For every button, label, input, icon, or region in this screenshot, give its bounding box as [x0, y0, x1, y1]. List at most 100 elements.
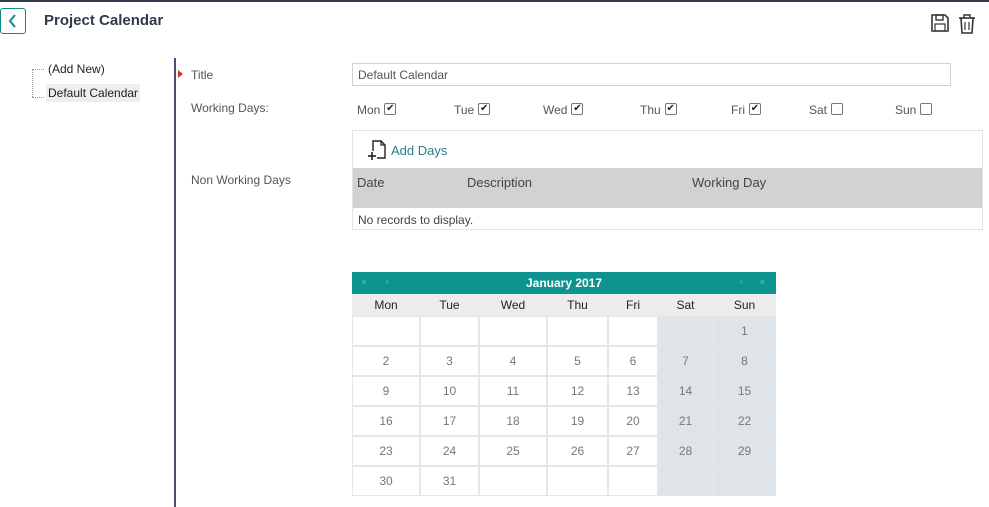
- calendar: « ‹ January 2017 › » Mon Tue Wed Thu Fri Sat S…: [352, 272, 776, 496]
- working-day-mon[interactable]: Mon ✔: [357, 100, 397, 117]
- calendar-day-21[interactable]: 21: [659, 407, 712, 435]
- calendar-empty-cell: [609, 467, 657, 495]
- calendar-day-8[interactable]: 8: [714, 347, 775, 375]
- column-header-working-day[interactable]: Working Day: [692, 175, 766, 190]
- calendar-empty-cell: [714, 467, 775, 495]
- save-button[interactable]: [930, 13, 950, 35]
- calendar-day-31[interactable]: 31: [421, 467, 478, 495]
- day-label: Wed: [543, 103, 568, 117]
- weekday-wed: Wed: [500, 298, 526, 312]
- working-day-sat[interactable]: Sat: [809, 100, 844, 117]
- calendar-day-23[interactable]: 23: [353, 437, 419, 465]
- calendar-day-12[interactable]: 12: [548, 377, 607, 405]
- next-month-button[interactable]: ›: [740, 277, 743, 286]
- page-title: Project Calendar: [44, 12, 164, 29]
- day-label: Thu: [640, 103, 661, 117]
- calendar-day-19[interactable]: 19: [548, 407, 607, 435]
- column-header-date[interactable]: Date: [357, 175, 384, 190]
- required-marker-icon: [178, 70, 183, 78]
- add-days-label: Add Days: [391, 142, 448, 158]
- last-month-button[interactable]: »: [760, 277, 765, 286]
- working-day-sun[interactable]: Sun: [895, 100, 933, 117]
- weekday-mon: Mon: [374, 298, 398, 312]
- tree-connector: [32, 69, 44, 70]
- add-days-button[interactable]: Add Days: [367, 139, 447, 161]
- panel-divider: [174, 58, 176, 507]
- checkbox[interactable]: ✔: [664, 102, 677, 115]
- calendar-day-27[interactable]: 27: [609, 437, 657, 465]
- checkbox[interactable]: ✔: [478, 102, 491, 115]
- non-working-days-grid: Add Days Date Description Working Day No…: [352, 130, 983, 230]
- calendar-day-14[interactable]: 14: [659, 377, 712, 405]
- calendar-day-30[interactable]: 30: [353, 467, 419, 495]
- checkbox[interactable]: [831, 102, 844, 115]
- calendar-empty-cell: [421, 317, 478, 345]
- save-icon: [931, 14, 949, 32]
- calendar-header: « ‹ January 2017 › »: [352, 272, 776, 294]
- calendar-tree: (Add New) Default Calendar: [32, 60, 147, 120]
- weekday-sun: Sun: [733, 298, 756, 312]
- calendar-day-25[interactable]: 25: [480, 437, 546, 465]
- calendar-day-22[interactable]: 22: [714, 407, 775, 435]
- calendar-day-26[interactable]: 26: [548, 437, 607, 465]
- grid-header: Date Description Working Day: [353, 168, 982, 208]
- calendar-day-10[interactable]: 10: [421, 377, 478, 405]
- calendar-month-title[interactable]: January 2017: [352, 276, 776, 290]
- tree-connector: [32, 69, 33, 97]
- calendar-day-7[interactable]: 7: [659, 347, 712, 375]
- column-header-description[interactable]: Description: [467, 175, 532, 190]
- calendar-day-4[interactable]: 4: [480, 347, 546, 375]
- checkbox[interactable]: [920, 102, 933, 115]
- calendar-empty-cell: [659, 317, 712, 345]
- working-day-fri[interactable]: Fri ✔: [731, 100, 761, 117]
- calendar-empty-cell: [353, 317, 419, 345]
- day-label: Sat: [809, 103, 828, 117]
- delete-button[interactable]: [957, 13, 977, 35]
- title-label: Title: [191, 68, 214, 82]
- calendar-day-9[interactable]: 9: [353, 377, 419, 405]
- calendar-day-11[interactable]: 11: [480, 377, 546, 405]
- working-day-tue[interactable]: Tue ✔: [454, 100, 491, 117]
- calendar-day-29[interactable]: 29: [714, 437, 775, 465]
- weekday-header-row: Mon Tue Wed Thu Fri Sat Sun: [352, 294, 776, 316]
- checkbox[interactable]: ✔: [384, 102, 397, 115]
- weekday-tue: Tue: [439, 298, 460, 312]
- calendar-day-28[interactable]: 28: [659, 437, 712, 465]
- calendar-empty-cell: [548, 467, 607, 495]
- calendar-empty-cell: [609, 317, 657, 345]
- working-day-thu[interactable]: Thu ✔: [640, 100, 677, 117]
- top-border: [0, 0, 989, 2]
- calendar-day-18[interactable]: 18: [480, 407, 546, 435]
- day-label: Mon: [357, 103, 381, 117]
- tree-connector: [32, 97, 44, 98]
- tree-item-default-calendar[interactable]: Default Calendar: [46, 84, 141, 102]
- calendar-day-24[interactable]: 24: [421, 437, 478, 465]
- chevron-left-icon: [8, 14, 16, 28]
- calendar-day-13[interactable]: 13: [609, 377, 657, 405]
- calendar-day-2[interactable]: 2: [353, 347, 419, 375]
- calendar-day-15[interactable]: 15: [714, 377, 775, 405]
- calendar-day-1[interactable]: 1: [714, 317, 775, 345]
- trash-icon: [959, 14, 975, 34]
- calendar-day-5[interactable]: 5: [548, 347, 607, 375]
- title-input[interactable]: [352, 63, 951, 86]
- checkbox[interactable]: ✔: [749, 102, 761, 115]
- back-button[interactable]: [0, 8, 26, 34]
- calendar-empty-cell: [480, 317, 546, 345]
- day-label: Tue: [454, 103, 475, 117]
- calendar-day-6[interactable]: 6: [609, 347, 657, 375]
- calendar-empty-cell: [659, 467, 712, 495]
- weekday-thu: Thu: [567, 298, 588, 312]
- calendar-day-17[interactable]: 17: [421, 407, 478, 435]
- tree-item-add-new[interactable]: (Add New): [46, 60, 107, 78]
- working-days-label: Working Days:: [191, 101, 269, 115]
- calendar-day-16[interactable]: 16: [353, 407, 419, 435]
- calendar-day-3[interactable]: 3: [421, 347, 478, 375]
- calendar-empty-cell: [480, 467, 546, 495]
- weekday-sat: Sat: [676, 298, 695, 312]
- calendar-day-20[interactable]: 20: [609, 407, 657, 435]
- non-working-days-label: Non Working Days: [191, 173, 291, 187]
- working-day-wed[interactable]: Wed ✔: [543, 100, 584, 117]
- checkbox[interactable]: ✔: [571, 102, 584, 115]
- add-file-icon: [367, 140, 386, 161]
